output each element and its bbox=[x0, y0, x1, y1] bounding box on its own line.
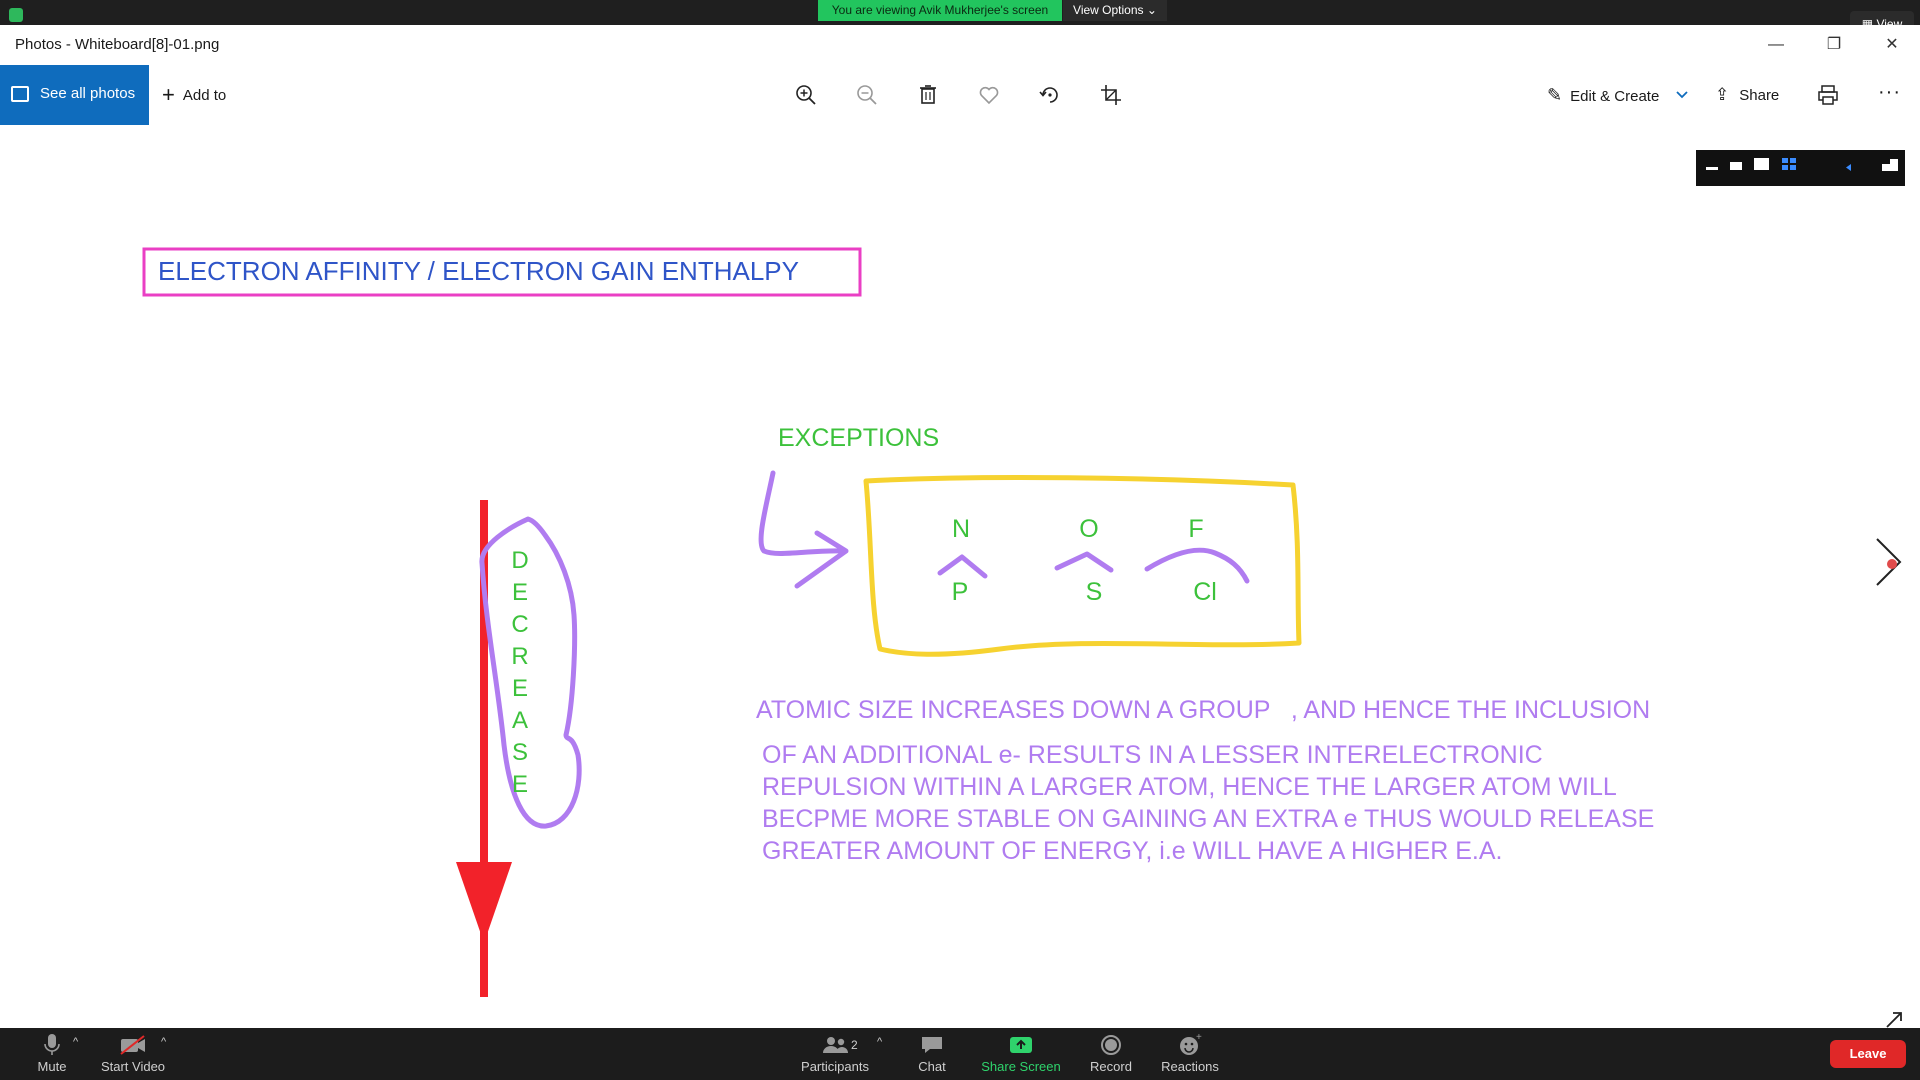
record-button[interactable]: Record bbox=[1085, 1032, 1137, 1074]
security-shield-icon[interactable] bbox=[9, 8, 23, 22]
exit-fullscreen-icon[interactable] bbox=[1882, 159, 1898, 171]
minimize-icon[interactable]: — bbox=[1746, 25, 1806, 65]
photo-canvas: ELECTRON AFFINITY / ELECTRON GAIN ENTHAL… bbox=[0, 125, 1920, 1028]
decrease-letter: E bbox=[512, 579, 528, 606]
plus-icon: + bbox=[162, 82, 175, 107]
share-screen-label: Share Screen bbox=[981, 1059, 1061, 1074]
explanation-line: BECPME MORE STABLE ON GAINING AN EXTRA e… bbox=[762, 805, 1654, 833]
chat-label: Chat bbox=[918, 1059, 946, 1074]
exceptions-label: EXCEPTIONS bbox=[778, 424, 939, 452]
view-options-label: View Options bbox=[1073, 3, 1144, 17]
see-all-photos-button[interactable]: See all photos bbox=[0, 65, 149, 125]
speaker-view-icon[interactable] bbox=[1754, 158, 1769, 170]
edit-create-label: Edit & Create bbox=[1570, 88, 1660, 105]
zoom-out-icon[interactable] bbox=[849, 77, 885, 113]
whiteboard-image: ELECTRON AFFINITY / ELECTRON GAIN ENTHAL… bbox=[142, 247, 1902, 1028]
start-video-button[interactable]: Start Video bbox=[98, 1032, 168, 1074]
restore-icon[interactable]: ❐ bbox=[1804, 25, 1864, 65]
leave-button[interactable]: Leave bbox=[1830, 1040, 1906, 1068]
cursor-indicator bbox=[1887, 559, 1897, 569]
reactions-label: Reactions bbox=[1161, 1059, 1219, 1074]
chat-button[interactable]: Chat bbox=[910, 1032, 954, 1074]
participants-count: 2 bbox=[851, 1038, 858, 1052]
mute-label: Mute bbox=[37, 1059, 67, 1074]
start-video-label: Start Video bbox=[100, 1059, 166, 1074]
mute-options-caret-icon[interactable]: ^ bbox=[73, 1036, 78, 1048]
share-label: Share bbox=[1739, 87, 1780, 104]
decrease-letter: E bbox=[512, 771, 528, 798]
decrease-loop bbox=[479, 516, 582, 829]
pointer-arrowhead bbox=[794, 530, 849, 589]
participants-options-caret-icon[interactable]: ^ bbox=[877, 1036, 882, 1048]
window-title-bar: Photos - Whiteboard[8]-01.png — ❐ ✕ bbox=[0, 25, 1920, 65]
see-all-photos-label: See all photos bbox=[40, 85, 136, 102]
window-title: Photos - Whiteboard[8]-01.png bbox=[15, 36, 220, 53]
microphone-icon bbox=[44, 1034, 60, 1055]
zoom-top-bar: You are viewing Avik Mukherjee's screen … bbox=[0, 0, 1920, 25]
record-label: Record bbox=[1090, 1059, 1132, 1074]
favorite-icon[interactable] bbox=[971, 77, 1007, 113]
decrease-letter: E bbox=[512, 675, 528, 702]
photos-icon bbox=[11, 86, 29, 102]
decrease-letter: R bbox=[511, 643, 528, 670]
decrease-letter: S bbox=[512, 739, 528, 766]
pair-bottom-cl: Cl bbox=[1193, 578, 1217, 606]
share-button[interactable]: ⇪ Share bbox=[1715, 65, 1779, 125]
chevron-down-icon[interactable] bbox=[1676, 90, 1688, 100]
crop-icon[interactable] bbox=[1093, 77, 1129, 113]
reactions-icon: + bbox=[1180, 1032, 1202, 1055]
decrease-letter: C bbox=[511, 611, 528, 638]
whiteboard-title: ELECTRON AFFINITY / ELECTRON GAIN ENTHAL… bbox=[158, 256, 799, 286]
expand-icon[interactable] bbox=[1886, 1012, 1902, 1028]
pair-bottom-s: S bbox=[1086, 578, 1103, 606]
pair-top-o: O bbox=[1079, 515, 1098, 543]
rotate-icon[interactable] bbox=[1032, 77, 1068, 113]
more-icon[interactable]: ··· bbox=[1878, 81, 1901, 104]
delete-icon[interactable] bbox=[910, 77, 946, 113]
red-arrow-head bbox=[456, 862, 512, 943]
zoom-in-icon[interactable] bbox=[788, 77, 824, 113]
explanation-line: OF AN ADDITIONAL e- RESULTS IN A LESSER … bbox=[762, 741, 1543, 769]
participants-button[interactable]: Participants bbox=[797, 1032, 873, 1074]
video-options-caret-icon[interactable]: ^ bbox=[161, 1036, 166, 1048]
explanation-line: GREATER AMOUNT OF ENERGY, i.e WILL HAVE … bbox=[762, 837, 1502, 865]
photos-toolbar: See all photos + Add to ✎ Edit & Create ⇪ S… bbox=[0, 65, 1920, 125]
video-off-icon bbox=[120, 1035, 145, 1055]
minimize-view-icon[interactable] bbox=[1706, 167, 1718, 170]
mute-button[interactable]: Mute bbox=[30, 1032, 74, 1074]
viewing-banner: You are viewing Avik Mukherjee's screen bbox=[818, 0, 1062, 21]
pair-top-f: F bbox=[1188, 515, 1203, 543]
participants-icon bbox=[823, 1037, 848, 1053]
svg-text:+: + bbox=[1196, 1032, 1202, 1043]
collapse-icon[interactable] bbox=[1846, 164, 1851, 171]
caret-fcl bbox=[1144, 547, 1250, 584]
thumbnail-view-icon[interactable] bbox=[1730, 162, 1742, 170]
explanation-line: REPULSION WITHIN A LARGER ATOM, HENCE TH… bbox=[762, 773, 1617, 801]
record-icon bbox=[1101, 1035, 1121, 1055]
chevron-down-icon: ⌄ bbox=[1146, 3, 1157, 17]
decrease-letter: D bbox=[511, 547, 528, 574]
decrease-letter: A bbox=[512, 707, 528, 734]
print-icon[interactable] bbox=[1816, 83, 1840, 107]
edit-icon: ✎ bbox=[1547, 85, 1563, 105]
participants-label: Participants bbox=[801, 1059, 869, 1074]
edit-create-button[interactable]: ✎ Edit & Create bbox=[1547, 65, 1659, 125]
pair-bottom-p: P bbox=[952, 578, 969, 606]
share-icon: ⇪ bbox=[1715, 85, 1730, 104]
reactions-button[interactable]: + Reactions bbox=[1157, 1032, 1223, 1074]
explanation-line: ATOMIC SIZE INCREASES DOWN A GROUP , AND… bbox=[756, 696, 1650, 724]
add-to-button[interactable]: + Add to bbox=[162, 65, 226, 125]
view-options-button[interactable]: View Options ⌄ bbox=[1063, 0, 1167, 21]
chat-icon bbox=[922, 1037, 942, 1053]
caret-os bbox=[1054, 551, 1114, 573]
pair-top-n: N bbox=[952, 515, 970, 543]
caret-np bbox=[937, 554, 988, 579]
close-icon[interactable]: ✕ bbox=[1862, 25, 1920, 65]
add-to-label: Add to bbox=[182, 87, 227, 104]
view-mode-bar bbox=[1696, 150, 1905, 186]
share-screen-icon bbox=[1010, 1037, 1032, 1053]
gallery-view-icon[interactable] bbox=[1782, 158, 1796, 170]
share-screen-button[interactable]: Share Screen bbox=[975, 1032, 1067, 1074]
zoom-meeting-controls: Mute ^ Start Video ^ Participants 2 ^ Ch… bbox=[0, 1028, 1920, 1080]
